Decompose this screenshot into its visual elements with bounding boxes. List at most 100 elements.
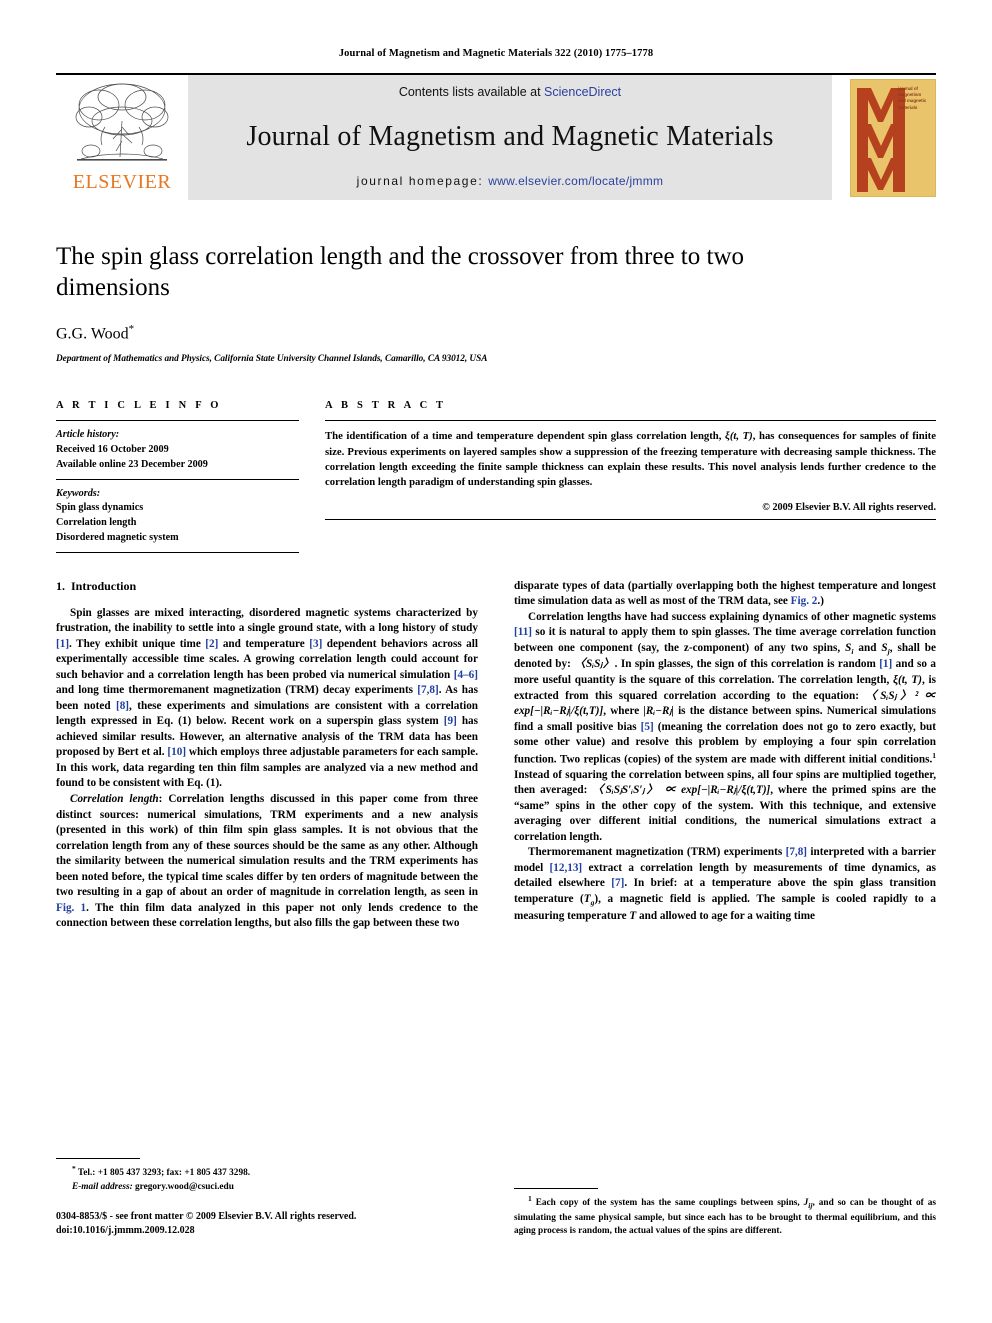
citation-ref[interactable]: [2] (205, 638, 218, 650)
title-block: The spin glass correlation length and th… (56, 242, 936, 364)
author-name: G.G. Wood (56, 325, 129, 343)
text-run: Correlation lengths have had success exp… (528, 610, 936, 623)
citation-ref[interactable]: [1] (56, 638, 69, 650)
running-head: Journal of Magnetism and Magnetic Materi… (338, 48, 654, 59)
correlation-braket: 〈SᵢSⱼ〉 (574, 658, 615, 671)
elsevier-logo: ELSEVIER (56, 75, 188, 200)
divider (56, 551, 299, 553)
text-run: : Correlation lengths discussed in this … (56, 792, 478, 899)
article-history-online: Available online 23 December 2009 (56, 458, 208, 470)
citation-ref[interactable]: [3] (309, 638, 322, 650)
footnote-1-text: 1 Each copy of the system has the same c… (514, 1194, 936, 1239)
paragraph-correlation-length: Correlation length: Correlation lengths … (56, 792, 478, 932)
masthead-center-panel: Contents lists available at ScienceDirec… (188, 75, 832, 200)
footnote-email-line: E-mail address: gregory.wood@csuci.edu (56, 1181, 478, 1194)
abstract-text: The identification of a time and tempera… (325, 421, 936, 490)
right-footnote-area: 1 Each copy of the system has the same c… (514, 1188, 936, 1239)
footnote-divider (56, 1158, 140, 1160)
paper-page: Journal of Magnetism and Magnetic Materi… (0, 0, 992, 1323)
text-run: . The thin film data analyzed in this pa… (56, 901, 478, 930)
citation-ref[interactable]: [5] (641, 721, 654, 733)
cover-footer-text (896, 188, 930, 192)
abstract-column: A B S T R A C T The identification of a … (325, 400, 936, 552)
figure-ref-2[interactable]: Fig. 2 (791, 595, 818, 607)
citation-ref[interactable]: [10] (167, 746, 186, 758)
article-info-column: A R T I C L E I N F O Article history: R… (56, 400, 299, 553)
keyword-item: Disordered magnetic system (56, 532, 179, 544)
abstract-copyright: © 2009 Elsevier B.V. All rights reserved… (762, 502, 936, 514)
footnote-tel-text: Tel.: +1 805 437 3293; fax: +1 805 437 3… (77, 1168, 251, 1179)
journal-homepage-line: journal homepage: www.elsevier.com/locat… (357, 174, 664, 188)
contents-prefix: Contents lists available at (398, 85, 545, 99)
text-run: . In spin glasses, the sign of this corr… (614, 658, 880, 671)
footnote-ref-1[interactable]: 1 (932, 751, 936, 760)
text-run: Thermoremanent magnetization (TRM) exper… (528, 846, 786, 859)
text-run: and (853, 641, 882, 654)
cover-title-text: journal of magnetism and magnetic materi… (898, 85, 927, 110)
text-run: Each copy of the system has the same cou… (531, 1198, 804, 1209)
paragraph-continued: disparate types of data (partially overl… (514, 579, 936, 610)
contents-available-line: Contents lists available at ScienceDirec… (399, 85, 621, 99)
article-history-group: Article history: Received 16 October 200… (56, 421, 299, 478)
citation-ref[interactable]: [1] (879, 658, 892, 670)
footnote-tel-line: * Tel.: +1 805 437 3293; fax: +1 805 437… (56, 1164, 478, 1180)
citation-ref[interactable]: [4–6] (454, 669, 478, 681)
text-run: . They exhibit unique time (69, 637, 206, 650)
abstract-heading: A B S T R A C T (325, 400, 447, 412)
article-info-heading: A R T I C L E I N F O (56, 400, 222, 412)
citation-ref[interactable]: [7] (611, 877, 624, 889)
info-abstract-row: A R T I C L E I N F O Article history: R… (56, 400, 936, 553)
journal-masthead: ELSEVIER Contents lists available at Sci… (56, 73, 936, 200)
corresponding-author-footnote: * Tel.: +1 805 437 3293; fax: +1 805 437… (56, 1164, 478, 1193)
text-run: Spin glasses are mixed interacting, diso… (56, 606, 478, 635)
author-footnote-marker[interactable]: * (129, 323, 135, 335)
text-run: and allowed to age for a waiting time (636, 909, 816, 922)
text-run: , where (603, 705, 644, 718)
section-heading-introduction: 1. Introduction (56, 579, 478, 594)
keywords-label: Keywords: (56, 487, 101, 499)
issn-line: 0304-8853/$ - see front matter © 2009 El… (56, 1210, 357, 1222)
homepage-prefix: journal homepage: (356, 174, 489, 188)
text-run: .) (817, 595, 824, 608)
footnote-divider (514, 1188, 598, 1190)
cover-art: journal of magnetism and magnetic materi… (850, 78, 936, 197)
author-affiliation: Department of Mathematics and Physics, C… (56, 354, 488, 365)
citation-ref[interactable]: [7,8] (417, 684, 438, 696)
article-history-label: Article history: (56, 429, 120, 441)
divider (325, 519, 936, 521)
abstract-xi-symbol: ξ(t, T) (725, 430, 753, 443)
xi-symbol: ξ(t, T) (893, 673, 922, 686)
journal-homepage-url[interactable]: www.elsevier.com/locate/jmmm (488, 174, 663, 188)
citation-ref[interactable]: [7,8] (786, 846, 807, 858)
journal-title: Journal of Magnetism and Magnetic Materi… (246, 120, 774, 152)
doi-line[interactable]: doi:10.1016/j.jmmm.2009.12.028 (56, 1224, 478, 1239)
paragraph-lead-in-label: Correlation length (70, 792, 159, 805)
citation-ref[interactable]: [9] (444, 715, 457, 727)
footnote-asterisk: * (72, 1164, 76, 1174)
footnote-email-address[interactable]: gregory.wood@csuci.edu (135, 1182, 234, 1192)
paragraph-trm-experiments: Thermoremanent magnetization (TRM) exper… (514, 845, 936, 924)
footnote-email-label: E-mail address: (72, 1181, 133, 1192)
page-footer-issn: 0304-8853/$ - see front matter © 2009 El… (56, 1210, 478, 1239)
keywords-group: Keywords: Spin glass dynamics Correlatio… (56, 480, 299, 552)
body-columns: 1. Introduction Spin glasses are mixed i… (56, 579, 936, 1239)
citation-ref[interactable]: [12,13] (550, 862, 583, 874)
keyword-item: Correlation length (56, 517, 137, 529)
left-footnote-area: * Tel.: +1 805 437 3293; fax: +1 805 437… (56, 1158, 478, 1238)
section-number: 1. (56, 578, 65, 593)
elsevier-wordmark: ELSEVIER (72, 171, 172, 193)
text-run: disparate types of data (partially overl… (514, 579, 936, 608)
keyword-item: Spin glass dynamics (56, 502, 144, 514)
citation-ref[interactable]: [11] (514, 626, 532, 638)
inline-distance-expression: |Rᵢ−Rⱼ| (643, 705, 674, 718)
abstract-part-1: The identification of a time and tempera… (325, 430, 726, 443)
citation-ref[interactable]: [8] (116, 700, 129, 712)
figure-ref-1[interactable]: Fig. 1 (56, 902, 86, 914)
transition-temperature-symbol: T (583, 892, 591, 905)
article-history-received: Received 16 October 2009 (56, 444, 169, 456)
sciencedirect-link[interactable]: ScienceDirect (544, 85, 621, 99)
text-run: and temperature (218, 637, 310, 650)
paragraph-intro-1: Spin glasses are mixed interacting, diso… (56, 606, 478, 792)
right-body-column: disparate types of data (partially overl… (514, 579, 936, 1239)
author-line: G.G. Wood* (56, 323, 936, 343)
